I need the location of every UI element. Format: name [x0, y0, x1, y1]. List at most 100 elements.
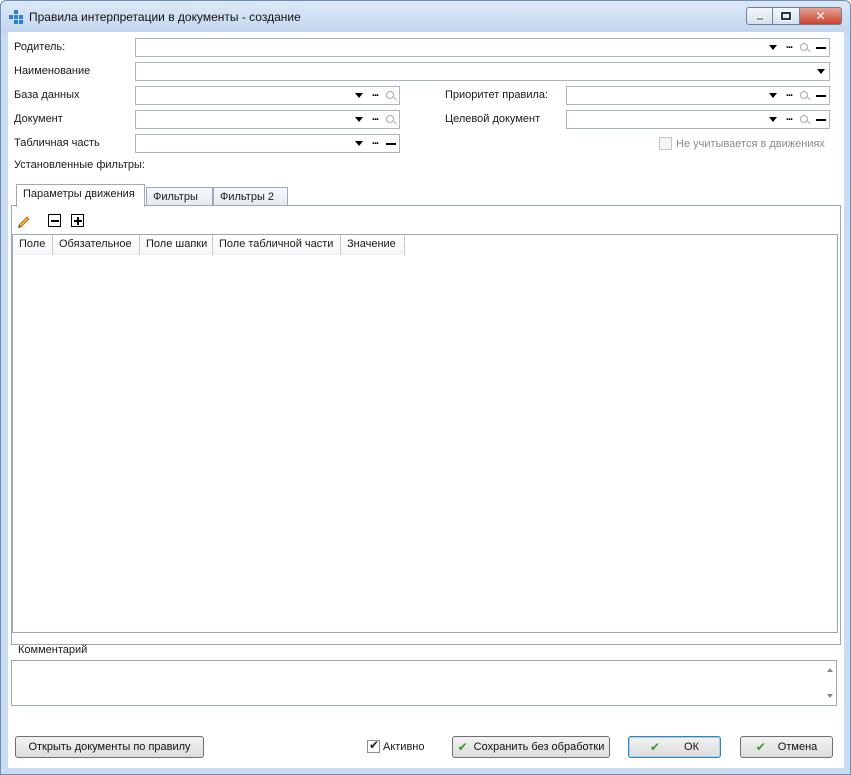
minimize-button[interactable]	[746, 7, 773, 25]
priority-field[interactable]: ...	[566, 86, 830, 105]
priority-open-button[interactable]	[797, 87, 813, 104]
minus-icon	[386, 142, 396, 145]
dialog-client-area: Родитель: ... Наименование База данных .…	[8, 32, 844, 768]
chevron-down-icon	[355, 117, 363, 122]
table-part-label: Табличная часть	[14, 137, 100, 149]
scroll-down-icon[interactable]	[827, 694, 833, 698]
priority-select-button[interactable]: ...	[781, 87, 797, 104]
check-icon: ✔	[649, 740, 661, 754]
checkmark-icon: ✔	[369, 738, 380, 752]
scroll-up-icon[interactable]	[827, 668, 833, 672]
name-label: Наименование	[14, 65, 91, 77]
parent-field[interactable]: ...	[135, 38, 830, 57]
parent-clear-button[interactable]	[813, 39, 829, 56]
tab-movement-params[interactable]: Параметры движения	[16, 184, 145, 207]
priority-label: Приоритет правила:	[445, 89, 549, 101]
target-doc-clear-button[interactable]	[813, 111, 829, 128]
name-field[interactable]	[135, 62, 830, 81]
app-icon	[9, 10, 23, 24]
document-open-button[interactable]	[383, 111, 399, 128]
target-doc-select-button[interactable]: ...	[781, 111, 797, 128]
maximize-icon	[780, 11, 792, 21]
column-header-table-part-field[interactable]: Поле табличной части	[213, 235, 341, 255]
column-header-header-field[interactable]: Поле шапки	[140, 235, 213, 255]
search-icon	[800, 114, 810, 125]
ellipsis-icon: ...	[371, 135, 379, 147]
chevron-down-icon	[355, 141, 363, 146]
column-header-value[interactable]: Значение	[341, 235, 405, 255]
name-dropdown-button[interactable]	[813, 63, 829, 80]
chevron-down-icon	[769, 117, 777, 122]
minus-icon	[816, 46, 826, 49]
target-doc-field[interactable]: ...	[566, 110, 830, 129]
parent-dropdown-button[interactable]	[765, 39, 781, 56]
cancel-button[interactable]: ✔ Отмена	[740, 736, 833, 758]
check-icon: ✔	[755, 740, 766, 754]
title-bar[interactable]: Правила интерпретации в документы - созд…	[1, 1, 850, 33]
save-without-processing-button[interactable]: ✔ Сохранить без обработки	[452, 736, 610, 758]
table-part-field[interactable]: ...	[135, 134, 400, 153]
ok-button[interactable]: ✔ ОК	[628, 736, 721, 758]
chevron-down-icon	[817, 69, 825, 74]
comment-textarea[interactable]	[11, 660, 837, 706]
search-icon	[386, 90, 396, 101]
database-field[interactable]: ...	[135, 86, 400, 105]
column-header-required[interactable]: Обязательное	[53, 235, 140, 255]
chevron-down-icon	[355, 93, 363, 98]
parent-select-button[interactable]: ...	[781, 39, 797, 56]
open-docs-button[interactable]: Открыть документы по правилу	[15, 736, 204, 758]
ellipsis-icon: ...	[785, 87, 793, 99]
collapse-icon[interactable]	[48, 214, 61, 227]
expand-icon[interactable]	[71, 214, 84, 227]
document-field[interactable]: ...	[135, 110, 400, 129]
target-doc-label: Целевой документ	[445, 113, 541, 125]
dialog-window: Правила интерпретации в документы - созд…	[0, 0, 851, 775]
tab-filters[interactable]: Фильтры	[146, 187, 213, 207]
window-title: Правила интерпретации в документы - созд…	[29, 10, 301, 24]
cancel-label: Отмена	[777, 741, 818, 753]
minus-icon	[816, 118, 826, 121]
database-label: База данных	[14, 89, 80, 101]
comment-label: Комментарий	[18, 644, 88, 656]
priority-dropdown-button[interactable]	[765, 87, 781, 104]
target-doc-open-button[interactable]	[797, 111, 813, 128]
chevron-down-icon	[769, 93, 777, 98]
parent-open-button[interactable]	[797, 39, 813, 56]
document-select-button[interactable]: ...	[367, 111, 383, 128]
database-select-button[interactable]: ...	[367, 87, 383, 104]
table-part-clear-button[interactable]	[383, 135, 399, 152]
minimize-icon	[755, 17, 764, 21]
active-label: Активно	[383, 741, 425, 753]
table-header: Поле Обязательное Поле шапки Поле таблич…	[13, 235, 405, 255]
tab-panel: Поле Обязательное Поле шапки Поле таблич…	[11, 205, 841, 645]
filters-label: Установленные фильтры:	[14, 159, 145, 171]
tab-filters-2[interactable]: Фильтры 2	[213, 187, 288, 207]
parent-label: Родитель:	[14, 41, 66, 53]
table-part-dropdown-button[interactable]	[351, 135, 367, 152]
document-label: Документ	[14, 113, 63, 125]
document-dropdown-button[interactable]	[351, 111, 367, 128]
ellipsis-icon: ...	[785, 39, 793, 51]
column-header-field[interactable]: Поле	[13, 235, 53, 255]
search-icon	[800, 42, 810, 53]
target-doc-dropdown-button[interactable]	[765, 111, 781, 128]
ellipsis-icon: ...	[371, 87, 379, 99]
pencil-icon[interactable]	[16, 213, 30, 228]
search-icon	[386, 114, 396, 125]
ellipsis-icon: ...	[785, 111, 793, 123]
close-button[interactable]: ✕	[800, 7, 842, 25]
maximize-button[interactable]	[773, 7, 800, 25]
active-checkbox[interactable]: ✔	[367, 738, 380, 753]
check-icon: ✔	[457, 740, 468, 754]
database-open-button[interactable]	[383, 87, 399, 104]
not-counted-checkbox[interactable]	[659, 137, 672, 150]
ellipsis-icon: ...	[371, 111, 379, 123]
ok-label: ОК	[684, 741, 700, 753]
save-without-processing-label: Сохранить без обработки	[473, 741, 605, 753]
priority-clear-button[interactable]	[813, 87, 829, 104]
minus-icon	[816, 94, 826, 97]
database-dropdown-button[interactable]	[351, 87, 367, 104]
movement-params-table[interactable]: Поле Обязательное Поле шапки Поле таблич…	[12, 234, 838, 633]
table-part-select-button[interactable]: ...	[367, 135, 383, 152]
close-icon: ✕	[815, 9, 826, 23]
